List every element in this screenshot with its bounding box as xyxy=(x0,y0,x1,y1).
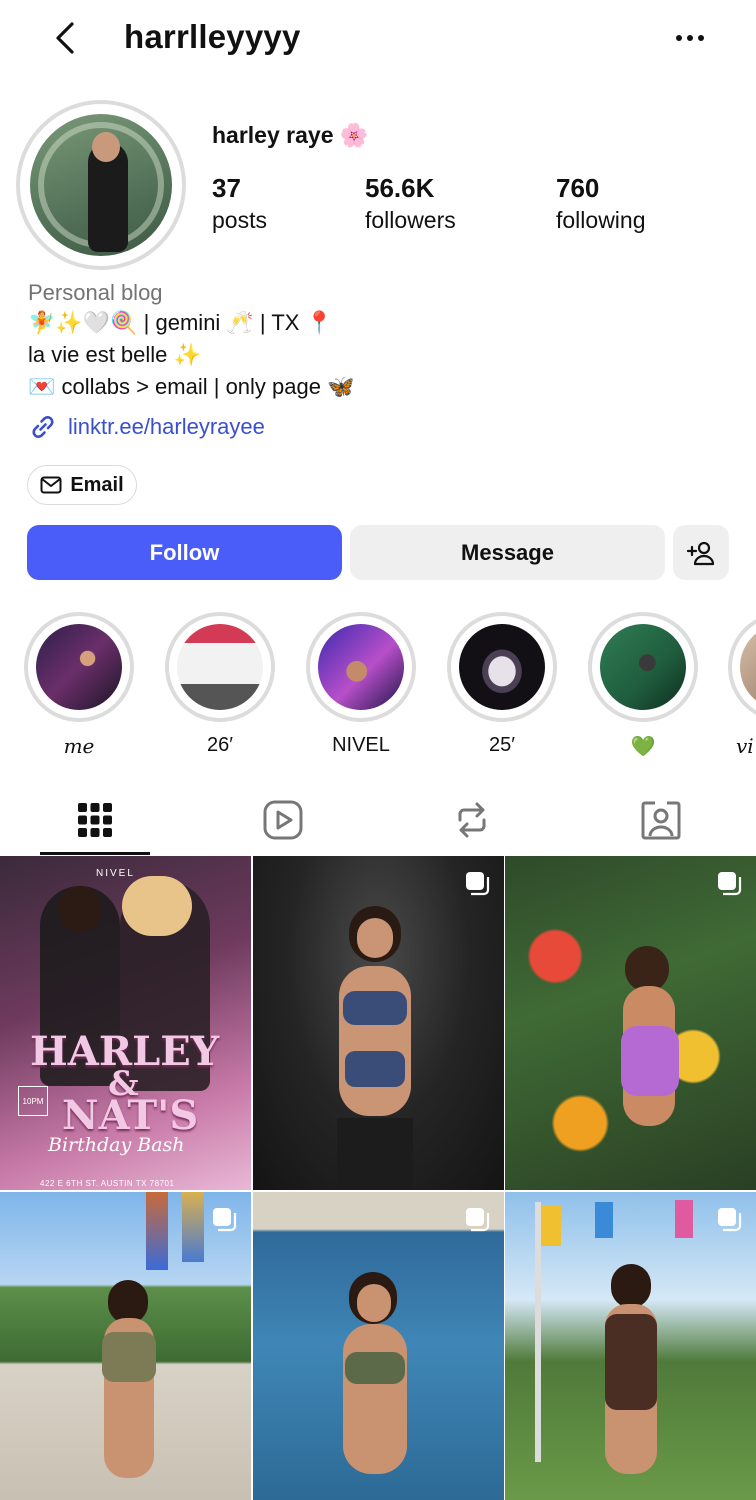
post-tile[interactable] xyxy=(505,856,756,1190)
stat-followers-value: 56.6K xyxy=(365,173,435,203)
carousel-icon xyxy=(466,872,490,896)
flyer-subtitle: Birthday Bash xyxy=(48,1134,185,1156)
email-button-label: Email xyxy=(70,473,124,496)
highlight-cover-ring xyxy=(24,612,134,722)
stat-followers[interactable]: 56.6K followers xyxy=(365,170,456,234)
highlight-green-heart[interactable]: 💚 xyxy=(587,612,699,759)
message-button[interactable]: Message xyxy=(350,525,665,580)
flyer-title-line-3: NAT'S xyxy=(62,1092,199,1139)
highlight-me[interactable]: me xyxy=(23,612,135,758)
stat-followers-label: followers xyxy=(365,207,456,233)
highlight-label: NIVEL xyxy=(332,734,390,756)
carousel-icon xyxy=(466,1208,490,1232)
display-name: harley raye 🌸 xyxy=(212,122,369,148)
profile-link[interactable]: linktr.ee/harleyrayee xyxy=(28,410,265,444)
profile-tabs xyxy=(0,780,756,855)
profile-avatar[interactable] xyxy=(16,100,186,270)
highlight-26[interactable]: 26′ xyxy=(164,612,276,757)
highlight-cover-ring xyxy=(306,612,416,722)
stat-posts[interactable]: 37 posts xyxy=(212,170,267,234)
reels-icon[interactable] xyxy=(261,798,305,842)
highlight-label: vi xyxy=(736,734,754,758)
reposts-icon[interactable] xyxy=(450,798,494,842)
highlight-cover-ring xyxy=(728,612,756,722)
highlight-cover-ring xyxy=(165,612,275,722)
post-tile[interactable]: NIVEL HARLEY & NAT'S Birthday Bash 10PM … xyxy=(0,856,251,1190)
highlight-cover-ring xyxy=(588,612,698,722)
highlight-label: me xyxy=(63,734,95,758)
post-tile[interactable] xyxy=(253,1192,504,1500)
tagged-icon[interactable] xyxy=(639,798,683,842)
flyer-time-badge: 10PM xyxy=(18,1086,48,1116)
highlight-label: 25′ xyxy=(489,734,515,756)
bio-line-2: la vie est belle ✨ xyxy=(28,342,201,367)
flyer-venue: NIVEL xyxy=(96,868,135,879)
envelope-icon xyxy=(40,476,62,494)
link-text: linktr.ee/harleyrayee xyxy=(68,414,265,439)
post-tile[interactable] xyxy=(253,856,504,1190)
highlight-nivel[interactable]: NIVEL xyxy=(305,612,417,757)
stat-following-value: 760 xyxy=(556,173,600,203)
link-icon xyxy=(32,416,54,438)
add-person-icon xyxy=(686,541,715,565)
highlight-label: 26′ xyxy=(207,734,233,756)
highlight-label: 💚 xyxy=(630,736,656,758)
grid-icon[interactable] xyxy=(73,798,117,842)
more-options-icon[interactable] xyxy=(670,22,710,54)
profile-category: Personal blog xyxy=(28,280,163,305)
stat-posts-value: 37 xyxy=(212,173,241,203)
highlight-cover-ring xyxy=(447,612,557,722)
carousel-icon xyxy=(718,872,742,896)
profile-header: harrlleyyyy xyxy=(0,0,756,80)
stat-following-label: following xyxy=(556,207,646,233)
carousel-icon xyxy=(213,1208,237,1232)
stat-posts-label: posts xyxy=(212,207,267,233)
bio-line-3: 💌 collabs > email | only page 🦋 xyxy=(28,374,355,399)
active-tab-indicator xyxy=(40,852,150,855)
highlight-partial[interactable]: vi xyxy=(728,612,756,758)
email-button[interactable]: Email xyxy=(27,465,137,505)
post-tile[interactable] xyxy=(505,1192,756,1500)
stat-following[interactable]: 760 following xyxy=(556,170,646,234)
follow-button[interactable]: Follow xyxy=(27,525,342,580)
back-arrow-icon[interactable] xyxy=(46,18,86,58)
avatar-photo xyxy=(30,114,172,256)
post-tile[interactable] xyxy=(0,1192,251,1500)
highlight-25[interactable]: 25′ xyxy=(446,612,558,757)
flyer-address: 422 E 6TH ST. AUSTIN TX 78701 xyxy=(40,1179,175,1188)
profile-username: harrlleyyyy xyxy=(124,18,301,55)
bio-line-1: 🧚✨🤍🍭 | gemini 🥂 | TX 📍 xyxy=(28,310,333,335)
suggest-users-button[interactable] xyxy=(673,525,729,580)
carousel-icon xyxy=(718,1208,742,1232)
